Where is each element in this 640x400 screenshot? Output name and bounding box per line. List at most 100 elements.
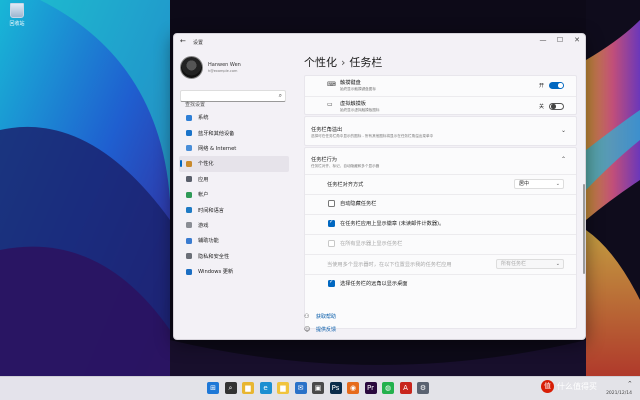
avatar <box>180 56 203 79</box>
all-displays-row: 在所有显示器上显示任务栏 <box>305 234 576 254</box>
sidebar-item-label: 系统 <box>198 115 209 122</box>
sidebar-item-2[interactable]: 网络 & Internet <box>179 141 289 156</box>
autohide-checkbox[interactable] <box>328 200 335 207</box>
autohide-row[interactable]: 自动隐藏任务栏 <box>305 194 576 214</box>
shield-icon <box>186 253 192 260</box>
sidebar-item-0[interactable]: 系统 <box>179 110 289 125</box>
watermark: 值什么值得买 <box>541 380 597 393</box>
breadcrumb-parent[interactable]: 个性化 <box>304 56 337 69</box>
sidebar-item-label: 游戏 <box>198 222 209 229</box>
back-arrow-icon[interactable]: ← <box>180 37 186 45</box>
edge-icon[interactable]: e <box>259 382 272 394</box>
app-title: 设置 <box>193 40 204 46</box>
taskbar-corner-icons-card: ⌨ 触摸键盘 始终显示触摸键盘图标 开 ▭ 虚拟触摸板 始终显示虚拟触摸板图标 … <box>304 75 577 115</box>
apps-icon <box>186 176 192 183</box>
virtual-touchpad-title: 虚拟触摸板 <box>340 101 366 107</box>
recycle-bin-label: 回收站 <box>9 21 25 27</box>
close-icon[interactable]: ✕ <box>573 36 581 44</box>
all-displays-checkbox <box>328 240 335 247</box>
taskbar-icons: ⊞ ⌕ ▆ e ▆ ✉ ▣ Ps ◉ Pr ◍ A ⚙ <box>207 382 429 394</box>
alignment-row: 任务栏对齐方式 居中 ⌄ <box>305 174 576 194</box>
get-help-link[interactable]: ⚇ 获取帮助 <box>304 310 336 323</box>
monitor-icon <box>186 114 192 121</box>
sidebar-item-5[interactable]: 帐户 <box>179 187 289 202</box>
autohide-label: 自动隐藏任务栏 <box>340 201 377 207</box>
chevron-down-icon: ⌄ <box>555 181 560 187</box>
far-corner-checkbox[interactable] <box>328 279 335 287</box>
recycle-bin-shortcut[interactable]: 回收站 <box>4 3 30 27</box>
gamepad-icon <box>186 222 192 229</box>
store-icon[interactable]: ▣ <box>312 382 324 394</box>
window-controls: — ☐ ✕ <box>539 36 581 44</box>
minimize-icon[interactable]: — <box>539 36 547 44</box>
feedback-icon: ☺ <box>304 326 311 333</box>
virtual-touchpad-toggle-wrap: 关 <box>539 103 564 110</box>
touch-keyboard-subtitle: 始终显示触摸键盘图标 <box>340 87 376 91</box>
breadcrumb: 个性化 › 任务栏 <box>304 54 382 70</box>
sidebar-item-6[interactable]: 时间和语言 <box>179 202 289 217</box>
tray-chevron-icon[interactable]: ^ <box>628 381 632 387</box>
behaviors-header[interactable]: 任务栏行为 任务栏对齐、标记、自动隐藏和多个显示器 ⌃ <box>305 148 576 174</box>
folder-icon[interactable]: ▆ <box>277 382 289 394</box>
sidebar-item-4[interactable]: 应用 <box>179 172 289 187</box>
photoshop-icon[interactable]: Ps <box>329 382 342 394</box>
multi-display-label: 当使用多个显示器时，在以下位置显示我的任务栏应用 <box>327 262 452 268</box>
multi-display-dropdown: 所有任务栏 ⌄ <box>496 259 564 269</box>
keyboard-icon: ⌨ <box>327 81 336 88</box>
settings-window: ← 设置 — ☐ ✕ Hanwen Wen h@example.com ⌕ 系统… <box>173 33 586 340</box>
sidebar-item-label: 隐私和安全性 <box>198 253 230 260</box>
far-corner-label: 选择任务栏的远角以显示桌面 <box>340 281 408 287</box>
sidebar-item-3[interactable]: 个性化 <box>179 156 289 172</box>
taskbar-behaviors-card: 任务栏行为 任务栏对齐、标记、自动隐藏和多个显示器 ⌃ 任务栏对齐方式 居中 ⌄… <box>304 147 577 329</box>
sidebar-item-8[interactable]: 辅助功能 <box>179 233 289 248</box>
firefox-icon[interactable]: ◉ <box>347 382 359 394</box>
settings-icon[interactable]: ⚙ <box>417 382 429 394</box>
sidebar-item-1[interactable]: 蓝牙和其他设备 <box>179 125 289 140</box>
corner-overflow-card[interactable]: 任务栏角溢出 选择可在任务栏角中显示的图标 - 所有其他图标将显示在任务栏角溢出… <box>304 116 577 146</box>
file-explorer-icon[interactable]: ▆ <box>242 382 254 394</box>
sidebar-item-9[interactable]: 隐私和安全性 <box>179 249 289 264</box>
sidebar-nav: 系统蓝牙和其他设备网络 & Internet 个性化应用帐户时间和语言游戏辅助功能… <box>179 110 289 279</box>
bluetooth-icon <box>186 130 192 137</box>
badges-row[interactable]: 在任务栏应用上显示徽章 (未读邮件计数器)。 <box>305 214 576 234</box>
search-input[interactable] <box>181 100 273 110</box>
search-box[interactable]: ⌕ <box>180 90 286 110</box>
sidebar-item-label: 网络 & Internet <box>198 145 237 152</box>
chevron-up-icon[interactable]: ⌃ <box>561 156 566 163</box>
sidebar-item-label: 应用 <box>198 176 209 183</box>
behaviors-title: 任务栏行为 <box>311 157 337 163</box>
search-icon[interactable]: ⌕ <box>279 92 282 100</box>
behaviors-subtitle: 任务栏对齐、标记、自动隐藏和多个显示器 <box>311 164 380 168</box>
accessibility-icon <box>186 237 192 244</box>
virtual-touchpad-toggle[interactable] <box>549 103 564 110</box>
wechat-icon[interactable]: ◍ <box>382 382 394 394</box>
get-help-label: 获取帮助 <box>316 314 337 320</box>
scrollbar[interactable] <box>583 184 585 274</box>
sidebar-item-7[interactable]: 游戏 <box>179 218 289 233</box>
maximize-icon[interactable]: ☐ <box>556 36 564 44</box>
alignment-dropdown[interactable]: 居中 ⌄ <box>514 179 564 189</box>
feedback-link[interactable]: ☺ 提供反馈 <box>304 323 336 336</box>
touch-keyboard-title: 触摸键盘 <box>340 80 361 86</box>
alignment-label: 任务栏对齐方式 <box>327 182 364 188</box>
search-icon[interactable]: ⌕ <box>224 382 237 394</box>
toggle-knob <box>558 83 563 88</box>
badges-checkbox[interactable] <box>328 219 335 227</box>
far-corner-row[interactable]: 选择任务栏的远角以显示桌面 <box>305 274 576 294</box>
help-links: ⚇ 获取帮助 ☺ 提供反馈 <box>304 310 336 336</box>
multi-display-value: 所有任务栏 <box>501 261 527 267</box>
acrobat-icon[interactable]: A <box>399 382 412 394</box>
sidebar-item-label: 时间和语言 <box>198 207 224 214</box>
mail-icon[interactable]: ✉ <box>294 382 307 394</box>
premiere-icon[interactable]: Pr <box>364 382 377 394</box>
chevron-down-icon: ⌄ <box>555 261 560 267</box>
sidebar-item-10[interactable]: Windows 更新 <box>179 264 289 279</box>
chevron-down-icon[interactable]: ⌄ <box>561 127 566 134</box>
sidebar-item-label: Windows 更新 <box>198 269 234 276</box>
badges-label: 在任务栏应用上显示徽章 (未读邮件计数器)。 <box>340 221 445 227</box>
windows-start-icon[interactable]: ⊞ <box>207 382 219 394</box>
page-title: 任务栏 <box>349 56 383 69</box>
touch-keyboard-toggle[interactable] <box>549 82 564 89</box>
watermark-text: 什么值得买 <box>557 382 597 391</box>
clock-date: 2021/12/14 <box>606 391 632 396</box>
